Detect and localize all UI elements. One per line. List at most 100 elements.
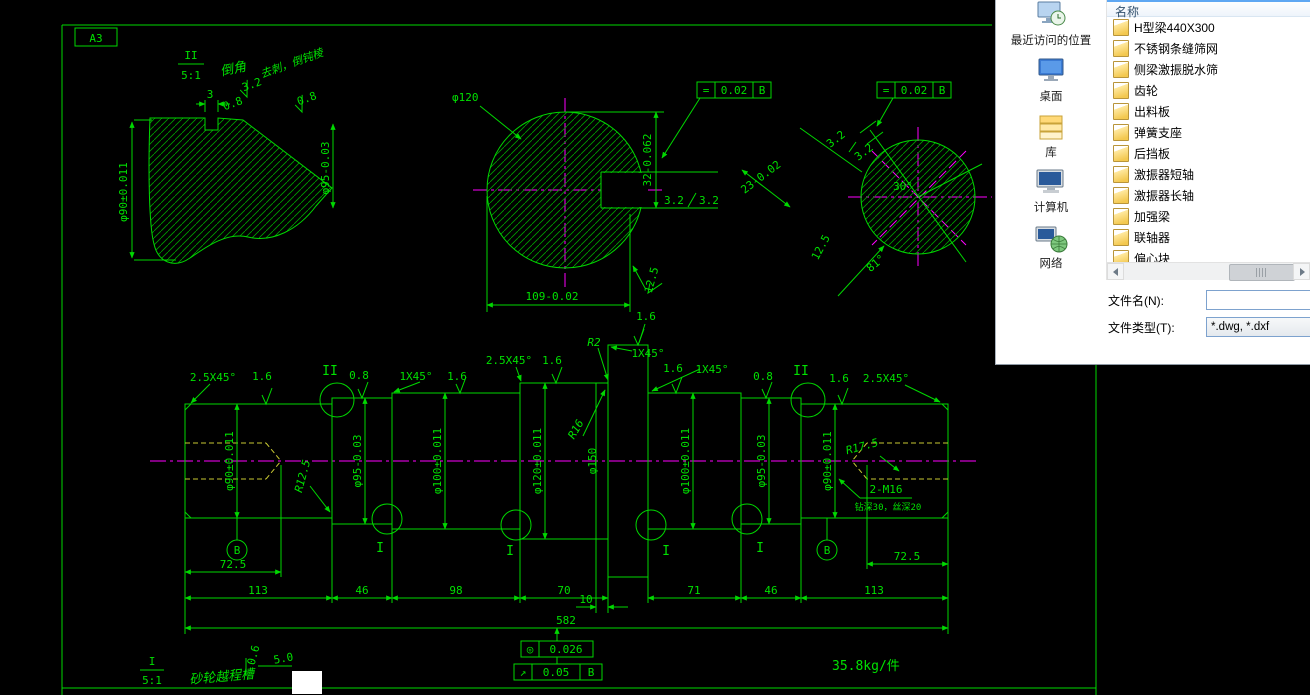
diameter-label: φ150 [586,448,599,475]
detail-scale: 5:1 [181,69,201,82]
surface-roughness-label: 1.6 [829,372,849,385]
dim-label: 113 [864,584,884,597]
diameter-label: φ95-0.03 [351,435,364,488]
diameter-label: φ90±0.011 [223,431,236,491]
dialog-bottom-bar: 文件名(N): 文件类型(T): *.dwg, *.dxf [996,280,1310,338]
chamfer-label: 2.5X45° [486,354,532,367]
datum-label: B [824,544,831,557]
file-rows: H型梁440X300 不锈钢条缝筛网 侧梁激振脱水筛 齿轮 出料板 弹簧支座 后… [1107,17,1310,263]
scroll-left-button[interactable] [1107,263,1124,280]
libraries-icon [1039,115,1063,140]
file-item[interactable]: 齿轮 [1107,80,1310,101]
scrollbar-thumb[interactable] [1229,264,1295,281]
gdt-symbol: = [703,84,710,97]
dim-label: 46 [764,584,777,597]
file-item[interactable]: 侧梁激振脱水筛 [1107,59,1310,80]
file-name: 齿轮 [1134,84,1159,98]
filename-label: 文件名(N): [1108,293,1164,308]
dwg-file-icon [1113,208,1129,225]
places-bar: 最近访问的位置 桌面 库 计算机 网络 [996,0,1106,280]
section-label: I [756,541,764,556]
file-item[interactable]: 弹簧支座 [1107,122,1310,143]
diameter-label: φ90±0.011 [821,431,834,491]
gdt-symbol: ↗ [520,666,527,679]
file-name: 联轴器 [1134,231,1171,245]
diameter-label: φ120±0.011 [531,428,544,494]
surface-roughness-label: 3.2 [664,194,684,207]
place-network[interactable]: 网络 [996,224,1106,280]
filetype-select[interactable]: *.dwg, *.dxf [1206,317,1310,337]
file-name: H型梁440X300 [1134,21,1215,35]
diameter-label: φ100±0.011 [431,428,444,494]
column-header-label: 名称 [1115,5,1140,19]
file-item[interactable]: 不锈钢条缝筛网 [1107,38,1310,59]
dwg-file-icon [1113,166,1129,183]
dim-label: 70 [557,584,570,597]
thread-label: 2-M16 [869,483,902,496]
file-name: 后挡板 [1134,147,1171,161]
filetype-value: *.dwg, *.dxf [1211,321,1270,333]
place-libraries[interactable]: 库 [996,113,1106,169]
open-file-dialog: 最近访问的位置 桌面 库 计算机 网络 名称 H型梁440X300 不锈钢条缝筛… [995,0,1310,365]
dim-label: 72.5 [894,550,921,563]
place-computer[interactable]: 计算机 [996,168,1106,224]
dim-label: 72.5 [220,558,247,571]
gdt-datum: B [588,666,595,679]
section-label: I [506,544,514,559]
place-label: 桌面 [1039,90,1063,103]
filetype-label: 文件类型(T): [1108,320,1175,335]
dwg-file-icon [1113,82,1129,99]
angle-label: 30° [893,180,913,193]
application-window: A3 II 5:1 倒角 3.2 去刺，倒钝棱 0.8 3 0.8 φ90±0.… [0,0,1310,695]
dwg-file-icon [1113,145,1129,162]
detail-label: II [184,49,197,62]
dim-label: 98 [449,584,462,597]
dim-label: 109-0.02 [526,290,579,303]
detail-callout-label: II [793,364,809,379]
file-name: 激振器短轴 [1134,168,1195,182]
file-item[interactable]: 联轴器 [1107,227,1310,248]
file-item[interactable]: H型梁440X300 [1107,17,1310,38]
gdt-symbol: = [883,84,890,97]
file-item[interactable]: 激振器短轴 [1107,164,1310,185]
surface-roughness-label: 1.6 [663,362,683,375]
chamfer-label: 2.5X45° [863,372,909,385]
place-recent[interactable]: 最近访问的位置 [996,1,1106,57]
chamfer-label: 2.5X45° [190,371,236,384]
dim-label: 46 [355,584,368,597]
surface-roughness-label: 1.6 [636,310,656,323]
surface-roughness-label: 1.6 [252,370,272,383]
chamfer-label: 1X45° [695,363,728,376]
network-icon [1035,226,1068,253]
file-name: 加强梁 [1134,210,1171,224]
diameter-label: φ120 [452,91,479,104]
detail-label: I [149,655,156,668]
file-name: 侧梁激振脱水筛 [1134,63,1219,77]
surface-roughness-label: 3.2 [699,194,719,207]
file-item[interactable]: 出料板 [1107,101,1310,122]
horizontal-scrollbar[interactable] [1107,262,1310,281]
recent-places-icon [1037,1,1066,26]
place-label: 计算机 [1033,202,1069,215]
weight-note: 35.8kg/件 [832,659,900,674]
sheet-size-label: A3 [89,32,102,45]
gdt-symbol: ◎ [527,643,534,656]
thread-note: 钻深30，丝深20 [855,501,922,513]
filename-input[interactable] [1206,290,1310,310]
file-name: 激振器长轴 [1134,189,1195,203]
dim-label: 32-0.062 [641,134,654,187]
scroll-right-button[interactable] [1293,263,1310,280]
datum-label: B [234,544,241,557]
dwg-file-icon [1113,61,1129,78]
file-item[interactable]: 后挡板 [1107,143,1310,164]
file-item[interactable]: 偏心块 [1107,248,1310,263]
section-label: I [376,541,384,556]
file-item[interactable]: 激振器长轴 [1107,185,1310,206]
computer-icon [1036,169,1064,194]
dim-label: 10 [579,593,592,606]
chamfer-label: 1X45° [631,347,664,360]
file-item[interactable]: 加强梁 [1107,206,1310,227]
place-desktop[interactable]: 桌面 [996,57,1106,113]
column-header-name[interactable]: 名称 [1107,0,1310,19]
diameter-label: φ95-0.03 [755,435,768,488]
